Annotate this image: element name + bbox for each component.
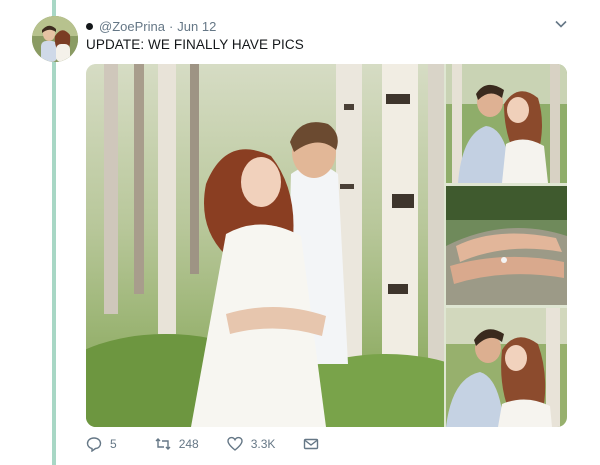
- thread-line: [52, 0, 56, 465]
- tweet-text: UPDATE: WE FINALLY HAVE PICS: [86, 37, 304, 52]
- retweet-icon: [155, 438, 171, 450]
- tweet-header: @ZoePrina · Jun 12: [86, 18, 216, 34]
- like-button[interactable]: 3.3K: [227, 436, 276, 452]
- tweet-media-grid: [86, 64, 567, 427]
- envelope-icon: [304, 438, 319, 450]
- photo-thumb-3[interactable]: [446, 308, 567, 427]
- heart-icon: [227, 436, 243, 451]
- reply-button[interactable]: 5: [86, 436, 117, 452]
- photo-thumb-1[interactable]: [446, 64, 567, 183]
- dm-button[interactable]: [303, 436, 327, 452]
- reply-count: 5: [110, 437, 117, 451]
- account-badge-icon: [86, 22, 93, 30]
- chevron-down-icon[interactable]: [554, 17, 568, 31]
- photo-thumb-2[interactable]: [446, 186, 567, 305]
- tweet-date[interactable]: Jun 12: [177, 19, 216, 34]
- tweet-actions: 5 248 3.3K: [86, 434, 355, 454]
- retweet-button[interactable]: 248: [155, 436, 199, 452]
- photo-main[interactable]: [86, 64, 444, 427]
- reply-icon: [86, 437, 102, 452]
- user-handle[interactable]: @ZoePrina: [99, 19, 165, 34]
- avatar[interactable]: [32, 16, 78, 62]
- header-separator: ·: [168, 18, 174, 34]
- like-count: 3.3K: [250, 437, 276, 451]
- retweet-count: 248: [178, 437, 199, 451]
